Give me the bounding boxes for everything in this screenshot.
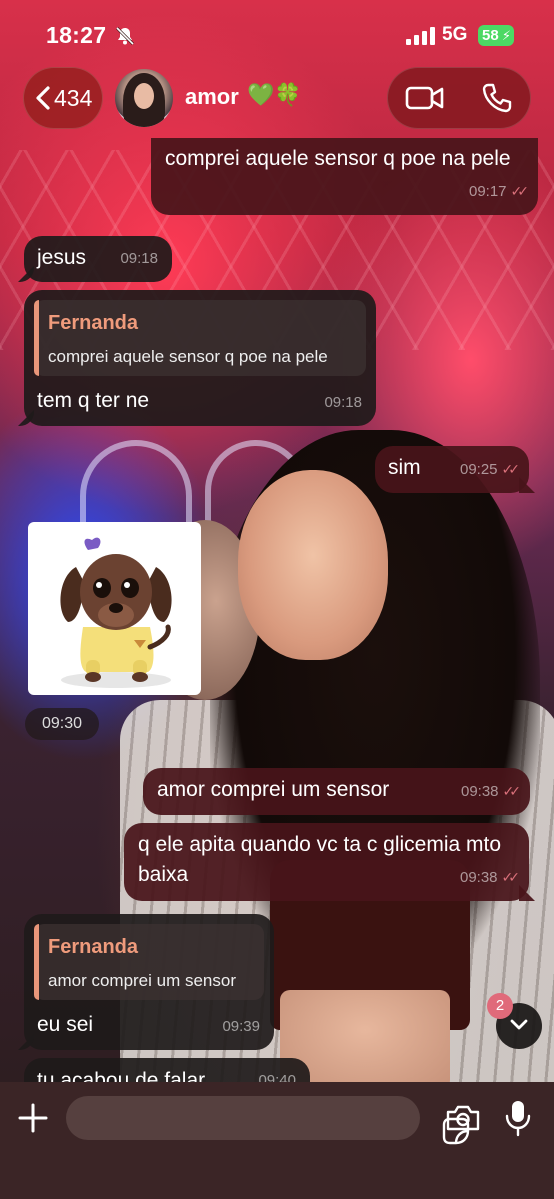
call-buttons bbox=[387, 67, 531, 129]
puppy-sticker-image bbox=[60, 537, 172, 688]
battery-icon: 58 ⚡ bbox=[478, 25, 514, 46]
message-input[interactable] bbox=[84, 1096, 378, 1142]
signal-icon bbox=[406, 27, 435, 45]
message-time: 09:17 bbox=[468, 183, 507, 200]
read-ticks-icon: ✓✓ bbox=[501, 461, 521, 477]
message-time: 09:18 bbox=[324, 394, 362, 411]
message-time: 09:25 bbox=[459, 461, 498, 478]
reply-author: Fernanda bbox=[48, 312, 139, 334]
message-text: tem q ter ne bbox=[37, 389, 150, 412]
reply-preview[interactable]: Fernanda amor comprei um sensor bbox=[34, 924, 264, 1000]
message-text: amor comprei um sensor bbox=[157, 778, 390, 801]
read-ticks-icon: ✓✓ bbox=[510, 183, 530, 199]
reply-text: amor comprei um sensor bbox=[48, 971, 237, 990]
message-time: 09:38 bbox=[460, 783, 499, 800]
message-text: comprei aquele sensor q poe na pele bbox=[165, 147, 511, 170]
reply-author: Fernanda bbox=[48, 936, 139, 958]
chat-header: 434 amor 💚🍀 bbox=[0, 62, 554, 142]
status-bar: 18:27 5G 58 ⚡ bbox=[0, 0, 554, 70]
camera-icon[interactable] bbox=[445, 1104, 481, 1132]
contact-avatar[interactable] bbox=[115, 69, 173, 127]
message-text: eu sei bbox=[37, 1013, 94, 1036]
chevron-down-icon bbox=[510, 1019, 528, 1030]
message-field[interactable] bbox=[66, 1096, 470, 1145]
message-meta: 09:38 ✓✓ bbox=[459, 862, 521, 893]
message-time: 09:18 bbox=[120, 250, 158, 267]
reply-text: comprei aquele sensor q poe na pele bbox=[48, 347, 328, 366]
message-outgoing[interactable]: amor comprei um sensor 09:38 ✓✓ bbox=[143, 768, 530, 815]
message-outgoing[interactable]: sim 09:25 ✓✓ bbox=[375, 446, 529, 493]
reply-accent-bar bbox=[34, 924, 39, 1000]
contact-emoji: 💚🍀 bbox=[247, 82, 302, 107]
reply-accent-bar bbox=[34, 300, 39, 376]
message-outgoing[interactable]: q ele apita quando vc ta c glicemia mto … bbox=[124, 823, 529, 901]
reply-preview[interactable]: Fernanda comprei aquele sensor q poe na … bbox=[34, 300, 366, 376]
message-incoming-reply[interactable]: Fernanda amor comprei um sensor eu sei 0… bbox=[24, 914, 274, 1050]
bell-slash-icon bbox=[115, 26, 135, 46]
phone-icon[interactable] bbox=[481, 82, 513, 114]
message-time: 09:39 bbox=[222, 1018, 260, 1035]
message-text: jesus bbox=[37, 246, 87, 269]
message-incoming-reply[interactable]: Fernanda comprei aquele sensor q poe na … bbox=[24, 290, 376, 426]
message-time: 09:38 bbox=[459, 869, 498, 886]
charging-bolt-icon: ⚡ bbox=[501, 28, 511, 43]
plus-icon[interactable] bbox=[17, 1102, 49, 1134]
battery-level: 58 bbox=[482, 27, 499, 44]
message-text: sim bbox=[388, 456, 421, 479]
contact-name[interactable]: amor bbox=[185, 84, 239, 110]
video-icon[interactable] bbox=[405, 84, 445, 112]
status-time: 18:27 bbox=[46, 22, 107, 48]
read-ticks-icon: ✓✓ bbox=[501, 869, 521, 885]
message-incoming[interactable]: jesus 09:18 bbox=[24, 236, 172, 282]
message-meta: 09:17 ✓✓ bbox=[468, 176, 530, 207]
back-button[interactable]: 434 bbox=[23, 67, 103, 129]
unread-chats-count: 434 bbox=[54, 85, 93, 111]
sticker-time: 09:30 bbox=[25, 708, 99, 740]
network-type: 5G bbox=[442, 24, 468, 45]
chevron-left-icon bbox=[36, 86, 50, 110]
puppy-sticker[interactable] bbox=[28, 522, 201, 695]
message-outgoing[interactable]: comprei aquele sensor q poe na pele 09:1… bbox=[151, 138, 538, 215]
unread-badge: 2 bbox=[487, 993, 513, 1019]
message-meta: 09:38 ✓✓ bbox=[460, 776, 522, 807]
mic-icon[interactable] bbox=[504, 1099, 532, 1137]
message-meta: 09:25 ✓✓ bbox=[459, 454, 521, 485]
message-input-bar bbox=[0, 1082, 554, 1199]
read-ticks-icon: ✓✓ bbox=[502, 783, 522, 799]
